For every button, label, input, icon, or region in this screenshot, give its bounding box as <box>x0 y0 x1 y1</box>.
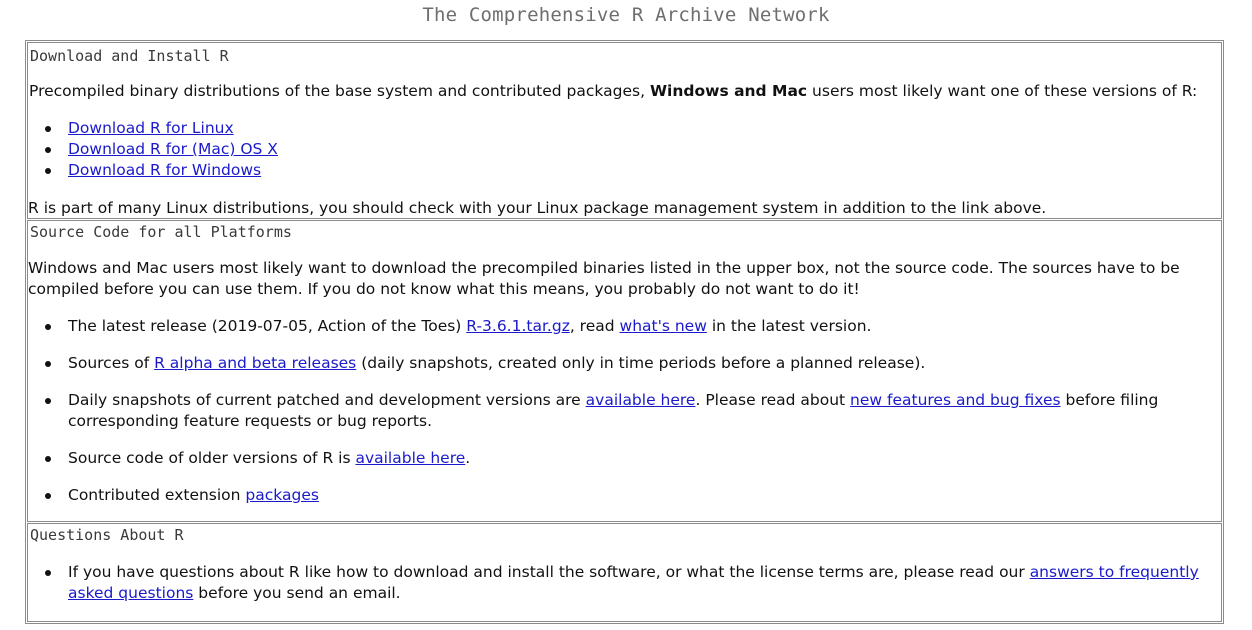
list-item: Download R for (Mac) OS X <box>45 139 1207 160</box>
alpha-beta-end: (daily snapshots, created only in time p… <box>356 354 926 372</box>
alpha-beta-text: Sources of <box>68 354 155 372</box>
latest-release-mid: , read <box>569 317 620 335</box>
download-intro-text: Precompiled binary distributions of the … <box>29 82 650 100</box>
older-versions-end: . <box>465 449 471 467</box>
questions-box: Questions About R If you have questions … <box>27 523 1222 622</box>
list-item: Contributed extension packages <box>45 485 1207 506</box>
download-r-windows-link[interactable]: Download R for Windows <box>68 161 261 179</box>
download-intro: Precompiled binary distributions of the … <box>29 81 1203 102</box>
source-intro: Windows and Mac users most likely want t… <box>28 259 1180 298</box>
download-install-title: Download and Install R <box>30 47 229 65</box>
list-item: Download R for Linux <box>45 118 1207 139</box>
download-install-box: Download and Install R Precompiled binar… <box>27 42 1222 219</box>
download-r-linux-link[interactable]: Download R for Linux <box>68 119 234 137</box>
list-item: If you have questions about R like how t… <box>45 562 1207 604</box>
download-intro-text-end: users most likely want one of these vers… <box>807 82 1198 100</box>
page-title: The Comprehensive R Archive Network <box>422 4 830 26</box>
list-item: Download R for Windows <box>45 160 1207 181</box>
daily-snapshots-mid: . Please read about <box>695 391 851 409</box>
download-footer: R is part of many Linux distributions, y… <box>28 199 1047 217</box>
daily-snapshots-available-link[interactable]: available here <box>586 391 696 409</box>
source-code-title: Source Code for all Platforms <box>30 223 292 241</box>
whats-new-link[interactable]: what's new <box>620 317 707 335</box>
download-intro-bold: Windows and Mac <box>649 82 808 100</box>
daily-snapshots-text: Daily snapshots of current patched and d… <box>68 391 586 409</box>
questions-end: before you send an email. <box>193 584 401 602</box>
older-versions-text: Source code of older versions of R is <box>68 449 356 467</box>
list-item: The latest release (2019-07-05, Action o… <box>45 316 1207 337</box>
new-features-link[interactable]: new features and bug fixes <box>850 391 1061 409</box>
r-tarball-link[interactable]: R-3.6.1.tar.gz <box>466 317 570 335</box>
list-item: Source code of older versions of R is av… <box>45 448 1207 469</box>
older-versions-link[interactable]: available here <box>355 449 465 467</box>
latest-release-end: in the latest version. <box>706 317 872 335</box>
list-item: Sources of R alpha and beta releases (da… <box>45 353 1207 374</box>
packages-link[interactable]: packages <box>245 486 319 504</box>
alpha-beta-releases-link[interactable]: R alpha and beta releases <box>154 354 356 372</box>
list-item: Daily snapshots of current patched and d… <box>45 390 1207 432</box>
latest-release-text: The latest release (2019-07-05, Action o… <box>68 317 467 335</box>
source-code-box: Source Code for all Platforms Windows an… <box>27 220 1222 522</box>
questions-text: If you have questions about R like how t… <box>68 563 1030 581</box>
contributed-text: Contributed extension <box>68 486 246 504</box>
download-r-macos-link[interactable]: Download R for (Mac) OS X <box>68 140 278 158</box>
questions-title: Questions About R <box>30 526 184 544</box>
